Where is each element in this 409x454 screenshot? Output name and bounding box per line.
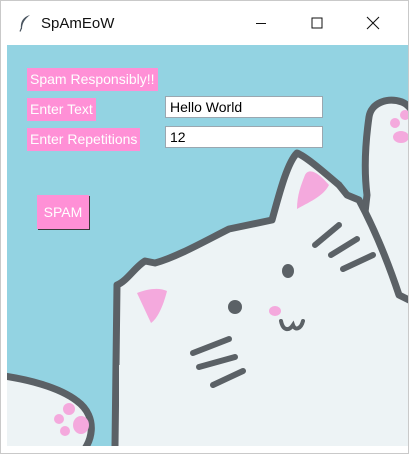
enter-text-label: Enter Text: [27, 98, 96, 121]
enter-repetitions-label: Enter Repetitions: [27, 128, 141, 151]
main-canvas: Spam Responsibly!! Enter Text Enter Repe…: [7, 45, 408, 446]
title-bar[interactable]: SpAmEoW: [1, 1, 408, 45]
minimize-icon: [256, 23, 266, 24]
window-title: SpAmEoW: [41, 15, 115, 32]
close-button[interactable]: [345, 1, 401, 45]
maximize-button[interactable]: [289, 1, 345, 45]
text-input[interactable]: [165, 96, 323, 118]
repetitions-input[interactable]: [165, 126, 323, 148]
maximize-icon: [311, 17, 323, 29]
feather-icon: [17, 14, 33, 32]
app-window: SpAmEoW Spam Responsibly!! Enter Text He…: [0, 0, 409, 454]
spam-responsibly-label: Spam Responsibly!!: [27, 68, 158, 91]
spam-button[interactable]: SPAM: [37, 195, 89, 229]
minimize-button[interactable]: [233, 1, 289, 45]
close-icon: [366, 16, 380, 30]
